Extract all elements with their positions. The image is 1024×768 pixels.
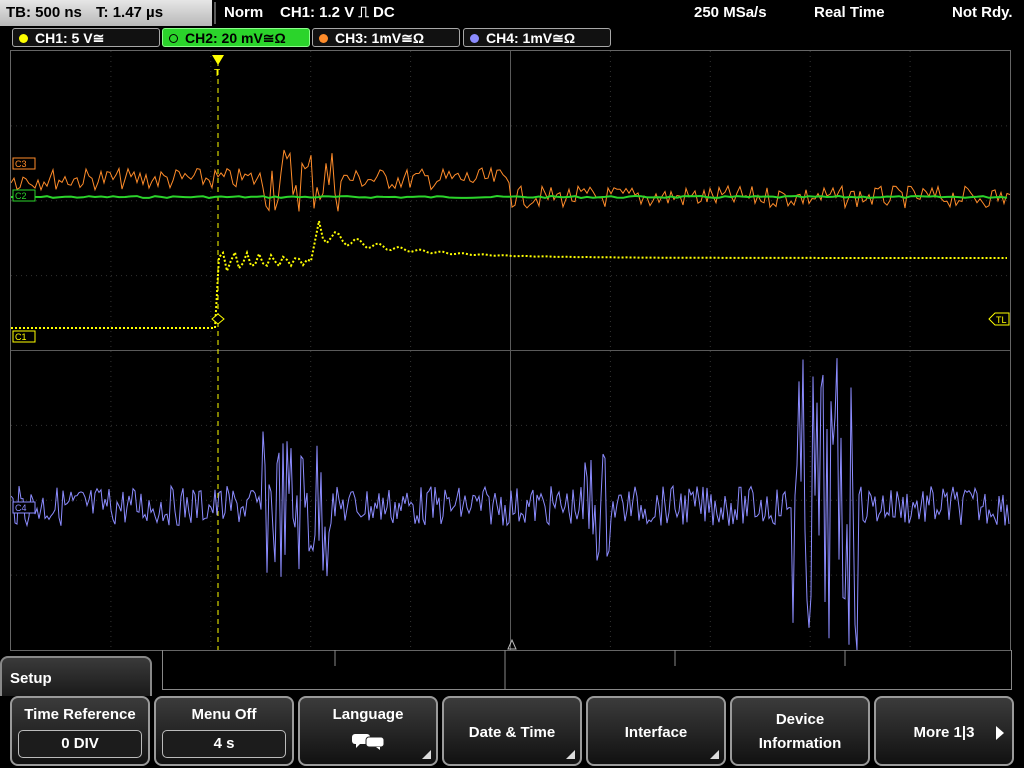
acquisition-mode: Real Time — [814, 4, 885, 21]
device-information-line-2: Information — [758, 735, 842, 752]
trigger-marker-icon[interactable] — [212, 55, 224, 65]
svg-text:C3: C3 — [15, 159, 27, 169]
time-reference-softkey[interactable]: Time Reference 0 DIV — [10, 696, 150, 766]
submenu-corner-icon — [710, 750, 719, 759]
separator — [214, 2, 216, 24]
info-strip-dividers — [334, 650, 846, 690]
trigger-mode[interactable]: Norm — [224, 0, 263, 26]
channel-4-tab[interactable]: CH4: 1mV≅Ω — [463, 28, 611, 47]
channel-tabs: CH1: 5 V≅ CH2: 20 mV≅Ω CH3: 1mV≅Ω CH4: 1… — [0, 26, 1024, 48]
trigger-point-icon — [211, 313, 225, 325]
top-status-bar: TB: 500 ns T: 1.47 µs Norm CH1: 1.2 V ⎍ … — [0, 0, 1024, 26]
svg-text:C2: C2 — [15, 191, 27, 201]
channel-1-offset-marker[interactable]: C1 — [12, 330, 36, 343]
next-page-arrow-icon — [996, 726, 1004, 740]
channel-2-color-dot — [169, 34, 178, 43]
submenu-corner-icon — [566, 750, 575, 759]
timebase-value: TB: 500 ns — [6, 4, 82, 21]
menu-off-value: 4 s — [162, 730, 286, 758]
speech-bubbles-icon — [352, 734, 385, 750]
channel-3-label: CH3: 1mV≅Ω — [335, 30, 425, 46]
time-reference-value: 0 DIV — [18, 730, 142, 758]
menu-off-label: Menu Off — [191, 706, 257, 723]
trigger-marker-label: T — [214, 68, 220, 79]
language-softkey[interactable]: Language — [298, 696, 438, 766]
channel-2-tab[interactable]: CH2: 20 mV≅Ω — [162, 28, 310, 47]
graticule — [11, 51, 1010, 650]
channel-3-color-dot — [319, 34, 328, 43]
trigger-level-marker[interactable]: TL — [988, 312, 1010, 326]
more-label: More 1|3 — [913, 724, 975, 741]
channel-2-waveform — [11, 194, 1008, 200]
trigger-info[interactable]: CH1: 1.2 V ⎍ DC — [280, 0, 395, 26]
device-information-label: Device Information — [732, 708, 868, 756]
channel-2-label: CH2: 20 mV≅Ω — [185, 30, 286, 46]
channel-1-waveform — [11, 220, 1007, 329]
info-strip — [162, 650, 1012, 690]
channel-1-label: CH1: 5 V≅ — [35, 30, 105, 46]
trigger-time-value: T: 1.47 µs — [96, 4, 164, 21]
device-information-softkey[interactable]: Device Information — [730, 696, 870, 766]
date-time-softkey[interactable]: Date & Time — [442, 696, 582, 766]
channel-3-offset-marker[interactable]: C3 — [12, 157, 36, 170]
more-softkey[interactable]: More 1|3 — [874, 696, 1014, 766]
sample-rate: 250 MSa/s — [694, 4, 767, 21]
channel-4-color-dot — [470, 34, 479, 43]
timebase-box[interactable]: TB: 500 ns T: 1.47 µs — [0, 0, 212, 26]
time-reference-label: Time Reference — [24, 706, 136, 723]
svg-text:C1: C1 — [15, 332, 27, 342]
submenu-corner-icon — [422, 750, 431, 759]
channel-2-offset-marker[interactable]: C2 — [12, 189, 36, 202]
channel-3-tab[interactable]: CH3: 1mV≅Ω — [312, 28, 460, 47]
language-label: Language — [332, 706, 404, 723]
svg-text:C4: C4 — [15, 503, 27, 513]
trigger-status: Not Rdy. — [952, 4, 1013, 21]
date-time-label: Date & Time — [468, 724, 556, 741]
interface-label: Interface — [624, 724, 688, 741]
svg-text:TL: TL — [996, 315, 1007, 325]
channel-1-tab[interactable]: CH1: 5 V≅ — [12, 28, 160, 47]
menu-off-softkey[interactable]: Menu Off 4 s — [154, 696, 294, 766]
center-marker-icon — [507, 638, 517, 650]
device-information-line-1: Device — [775, 711, 825, 728]
channel-1-color-dot — [19, 34, 28, 43]
interface-softkey[interactable]: Interface — [586, 696, 726, 766]
menu-title-tab: Setup — [0, 656, 152, 696]
channel-4-label: CH4: 1mV≅Ω — [486, 30, 576, 46]
waveform-display[interactable]: T C3 C2 C1 C4 TL — [10, 50, 1011, 651]
menu-title: Setup — [10, 670, 52, 687]
waveform-canvas: T C3 C2 C1 C4 TL — [11, 51, 1010, 650]
channel-4-offset-marker[interactable]: C4 — [12, 501, 36, 514]
